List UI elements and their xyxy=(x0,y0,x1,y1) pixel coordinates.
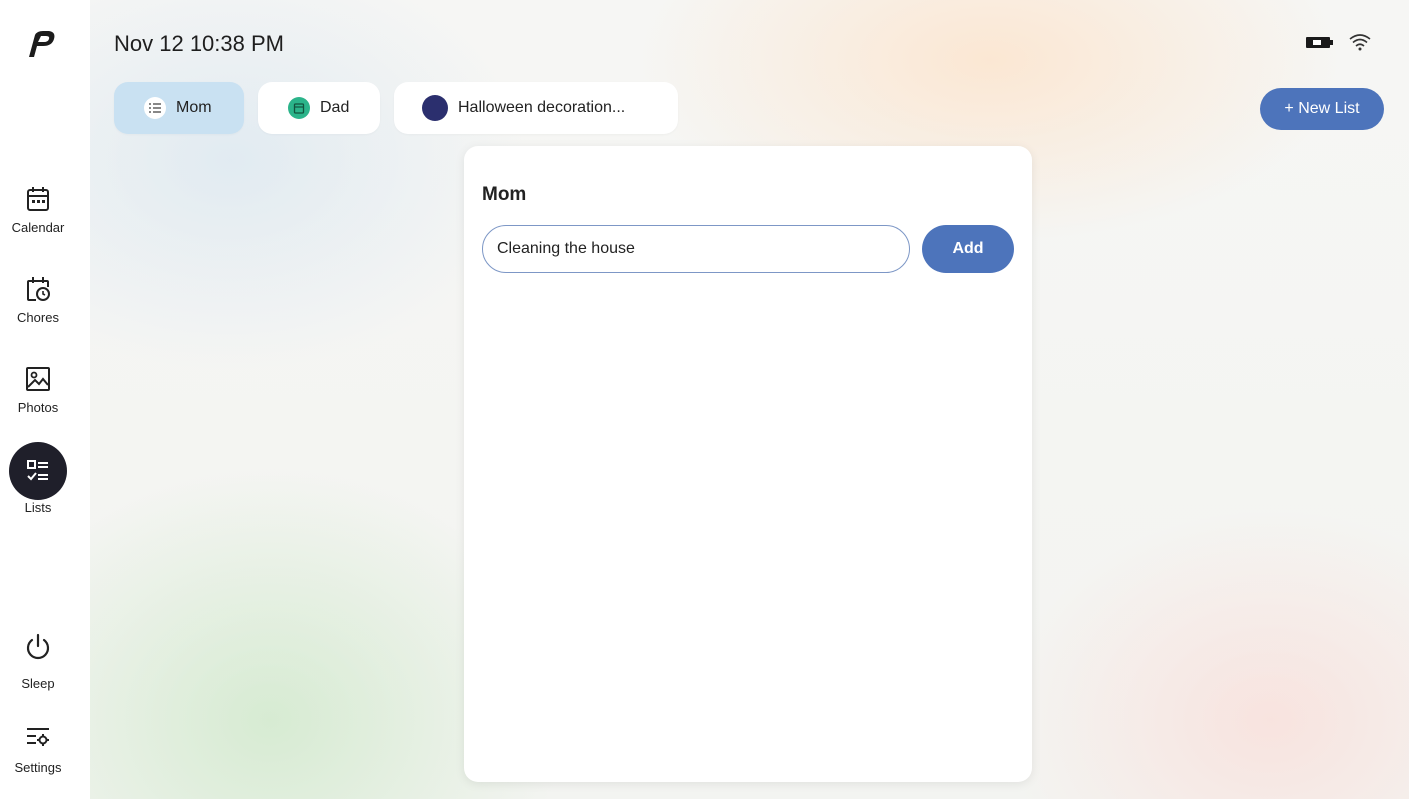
power-icon xyxy=(23,632,53,662)
photos-icon xyxy=(23,364,53,394)
sidebar-item-label: Sleep xyxy=(21,676,55,691)
sidebar-item-settings[interactable]: Settings xyxy=(0,722,76,775)
datetime: Nov 12 10:38 PM xyxy=(114,31,284,56)
lists-icon xyxy=(9,442,67,500)
sidebar-item-chores[interactable]: Chores xyxy=(0,274,76,325)
tab-mom[interactable]: Mom xyxy=(114,82,244,134)
tab-label: Halloween decoration... xyxy=(458,99,626,116)
tab-halloween-decorations[interactable]: Halloween decoration... xyxy=(394,82,678,134)
sidebar-item-photos[interactable]: Photos xyxy=(0,364,76,415)
color-dot-icon xyxy=(422,95,448,121)
list-card: Mom Add xyxy=(464,146,1032,782)
calendar-icon xyxy=(23,184,53,214)
sidebar: Calendar Chores Photos Lists Sleep Setti… xyxy=(0,0,90,799)
chores-icon xyxy=(23,274,53,304)
settings-icon xyxy=(23,722,53,752)
app-logo-icon xyxy=(22,26,58,62)
tab-label: Dad xyxy=(320,99,350,116)
list-title: Mom xyxy=(482,184,527,205)
new-item-input[interactable] xyxy=(482,225,910,273)
sidebar-item-label: Calendar xyxy=(11,220,65,235)
main-area: Nov 12 10:38 PM Mom Dad Halloween decora… xyxy=(90,0,1409,799)
sidebar-item-sleep[interactable]: Sleep xyxy=(0,632,76,691)
wifi-icon xyxy=(1349,33,1371,56)
sidebar-item-label: Photos xyxy=(17,400,59,415)
list-icon xyxy=(144,97,166,119)
tab-label: Mom xyxy=(176,99,212,116)
status-bar xyxy=(1305,33,1371,56)
sidebar-item-calendar[interactable]: Calendar xyxy=(0,184,76,235)
sidebar-item-label: Lists xyxy=(24,500,52,515)
tab-dad[interactable]: Dad xyxy=(258,82,380,134)
new-list-button[interactable]: + New List xyxy=(1260,88,1384,130)
list-tabs: Mom Dad Halloween decoration... xyxy=(114,82,678,134)
sidebar-item-label: Chores xyxy=(17,310,59,325)
calendar-icon xyxy=(288,97,310,119)
sidebar-item-label: Settings xyxy=(14,760,62,775)
sidebar-item-lists[interactable]: Lists xyxy=(9,442,67,515)
add-button[interactable]: Add xyxy=(922,225,1014,273)
battery-icon xyxy=(1305,35,1335,54)
